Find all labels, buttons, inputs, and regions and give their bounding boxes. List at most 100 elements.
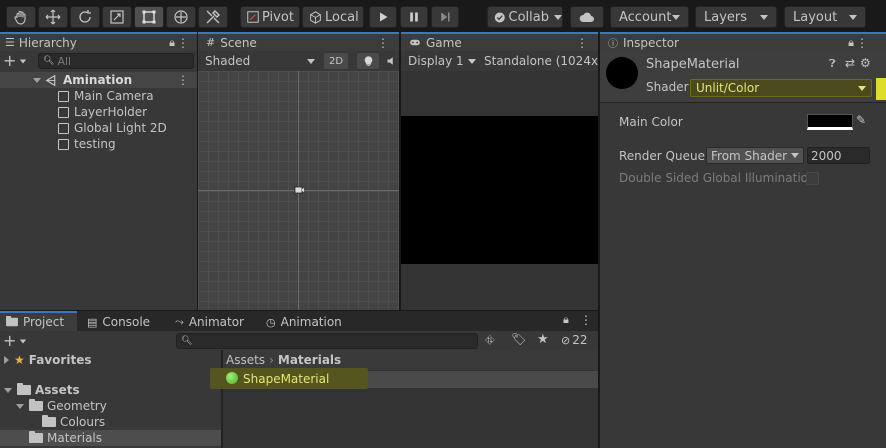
- lock-icon[interactable]: 🔒︎: [848, 36, 854, 50]
- main-color-swatch[interactable]: [807, 114, 853, 130]
- transform-tool-button[interactable]: [166, 6, 196, 28]
- render-queue-mode-dropdown[interactable]: From Shader: [706, 147, 804, 164]
- local-toggle-button[interactable]: Local: [302, 6, 364, 28]
- tools-icon: [206, 10, 220, 24]
- splitter[interactable]: [399, 33, 401, 310]
- tab-inspector[interactable]: ⓘ Inspector 🔒︎ ⋮: [600, 32, 886, 51]
- console-tab-label: Console: [102, 315, 151, 329]
- help-icon[interactable]: ❓︎: [829, 57, 836, 71]
- hierarchy-search-input[interactable]: 🔍︎ All: [38, 53, 194, 69]
- rotate-tool-button[interactable]: [70, 6, 100, 28]
- create-button[interactable]: +: [3, 53, 29, 69]
- pause-button[interactable]: [400, 6, 428, 28]
- unity-scene-icon: [45, 74, 56, 86]
- shader-dropdown[interactable]: Unlit/Color: [690, 79, 872, 97]
- kebab-menu-icon[interactable]: ⋮: [576, 36, 588, 50]
- main-color-label: Main Color: [619, 115, 683, 129]
- gameobject-cube-icon: [58, 106, 69, 118]
- double-sided-gi-checkbox[interactable]: [806, 172, 819, 185]
- layers-label: Layers: [704, 9, 748, 25]
- hierarchy-item[interactable]: LayerHolder: [0, 104, 147, 120]
- project-search-input[interactable]: 🔍︎: [176, 333, 478, 349]
- hierarchy-item[interactable]: Main Camera: [0, 88, 154, 104]
- step-button[interactable]: [431, 6, 459, 28]
- tab-animation[interactable]: ◷ Animation: [266, 312, 342, 332]
- breadcrumb-root[interactable]: Assets: [226, 353, 265, 367]
- 2d-toggle-button[interactable]: 2D: [324, 53, 348, 69]
- kebab-menu-icon[interactable]: ⋮: [580, 313, 592, 327]
- lock-icon[interactable]: 🔒︎: [563, 313, 569, 327]
- transform-icon: [174, 10, 188, 24]
- inspector-tab-label: Inspector: [623, 35, 679, 50]
- account-dropdown[interactable]: Account: [610, 6, 689, 28]
- asset-item[interactable]: ShapeMaterial: [210, 368, 368, 389]
- scale-tool-button[interactable]: [102, 6, 132, 28]
- lighting-toggle-button[interactable]: [357, 53, 379, 69]
- preset-icon[interactable]: ⇄: [845, 56, 855, 70]
- assets-label: Assets: [35, 383, 80, 397]
- play-button[interactable]: [369, 6, 397, 28]
- display-dropdown[interactable]: Display 1: [404, 53, 480, 69]
- kebab-menu-icon[interactable]: ⋮: [177, 73, 189, 87]
- filter-by-type-icon[interactable]: ⛗: [485, 333, 495, 348]
- lock-icon[interactable]: 🔒︎: [169, 36, 175, 50]
- search-icon: 🔍︎: [181, 336, 193, 346]
- move-tool-button[interactable]: [38, 6, 68, 28]
- splitter[interactable]: [598, 33, 600, 448]
- scene-tab-label: Scene: [220, 35, 257, 50]
- kebab-menu-icon[interactable]: ⋮: [377, 36, 389, 50]
- tab-animator[interactable]: ⤳ Animator: [175, 312, 244, 332]
- custom-tools-button[interactable]: [198, 6, 228, 28]
- expand-arrow-icon[interactable]: [16, 403, 24, 409]
- folder-item[interactable]: Colours: [0, 414, 105, 430]
- star-icon[interactable]: ★: [537, 332, 549, 347]
- chevron-down-icon: [858, 85, 866, 91]
- folder-item[interactable]: Geometry: [0, 398, 107, 414]
- favorites-item[interactable]: ★ Favorites: [0, 352, 91, 368]
- render-queue-input[interactable]: 2000: [807, 147, 870, 164]
- cloud-button[interactable]: [570, 6, 604, 28]
- expand-arrow-icon[interactable]: [4, 387, 12, 393]
- pivot-toggle-button[interactable]: Pivot: [240, 6, 300, 28]
- folder-item-selected[interactable]: Materials: [0, 430, 221, 446]
- assets-folder-item[interactable]: Assets: [0, 382, 80, 398]
- scene-root-item[interactable]: Amination ⋮: [0, 72, 197, 88]
- folder-label: Colours: [60, 415, 106, 429]
- shading-mode-dropdown[interactable]: Shaded: [201, 53, 319, 69]
- tab-scene[interactable]: # Scene ⋮: [198, 32, 399, 51]
- gear-icon[interactable]: ⚙︎: [860, 56, 871, 70]
- splitter[interactable]: [197, 33, 198, 310]
- tab-console[interactable]: ▤ Console: [87, 312, 150, 332]
- layout-dropdown[interactable]: Layout: [784, 6, 866, 28]
- tab-game[interactable]: Game ⋮: [401, 32, 598, 51]
- scene-name: Amination: [63, 73, 133, 87]
- gameobject-cube-icon: [58, 138, 69, 150]
- game-viewport[interactable]: [401, 71, 598, 310]
- chevron-down-icon: [20, 339, 27, 343]
- collab-dropdown[interactable]: Collab: [487, 6, 563, 28]
- hidden-packages-toggle[interactable]: ⊘ 22: [561, 333, 588, 347]
- hierarchy-item[interactable]: Global Light 2D: [0, 120, 167, 136]
- expand-arrow-icon[interactable]: [4, 356, 9, 364]
- scene-viewport[interactable]: [198, 71, 399, 310]
- tab-hierarchy[interactable]: ☰ Hierarchy 🔒︎ ⋮: [0, 32, 197, 51]
- rect-tool-button[interactable]: [134, 6, 164, 28]
- tab-project[interactable]: Project: [0, 311, 77, 331]
- render-queue-value: 2000: [811, 148, 842, 163]
- audio-toggle-button[interactable]: [386, 53, 399, 69]
- kebab-menu-icon[interactable]: ⋮: [856, 36, 868, 50]
- info-icon: ⓘ: [608, 39, 618, 50]
- hand-tool-button[interactable]: [6, 6, 36, 28]
- tag-icon[interactable]: 🏷︎: [511, 332, 526, 346]
- layers-dropdown[interactable]: Layers: [695, 6, 777, 28]
- resolution-dropdown[interactable]: Standalone (1024x7: [484, 53, 598, 69]
- chevron-down-icon: [554, 14, 562, 20]
- gameobject-cube-icon: [58, 122, 69, 134]
- expand-arrow-icon[interactable]: [33, 77, 41, 83]
- kebab-menu-icon[interactable]: ⋮: [177, 36, 189, 50]
- hierarchy-item[interactable]: testing: [0, 136, 116, 152]
- plus-icon: +: [3, 331, 17, 350]
- hand-icon: [14, 10, 26, 25]
- eyedropper-icon[interactable]: ✎: [856, 113, 866, 127]
- project-create-button[interactable]: +: [3, 333, 29, 349]
